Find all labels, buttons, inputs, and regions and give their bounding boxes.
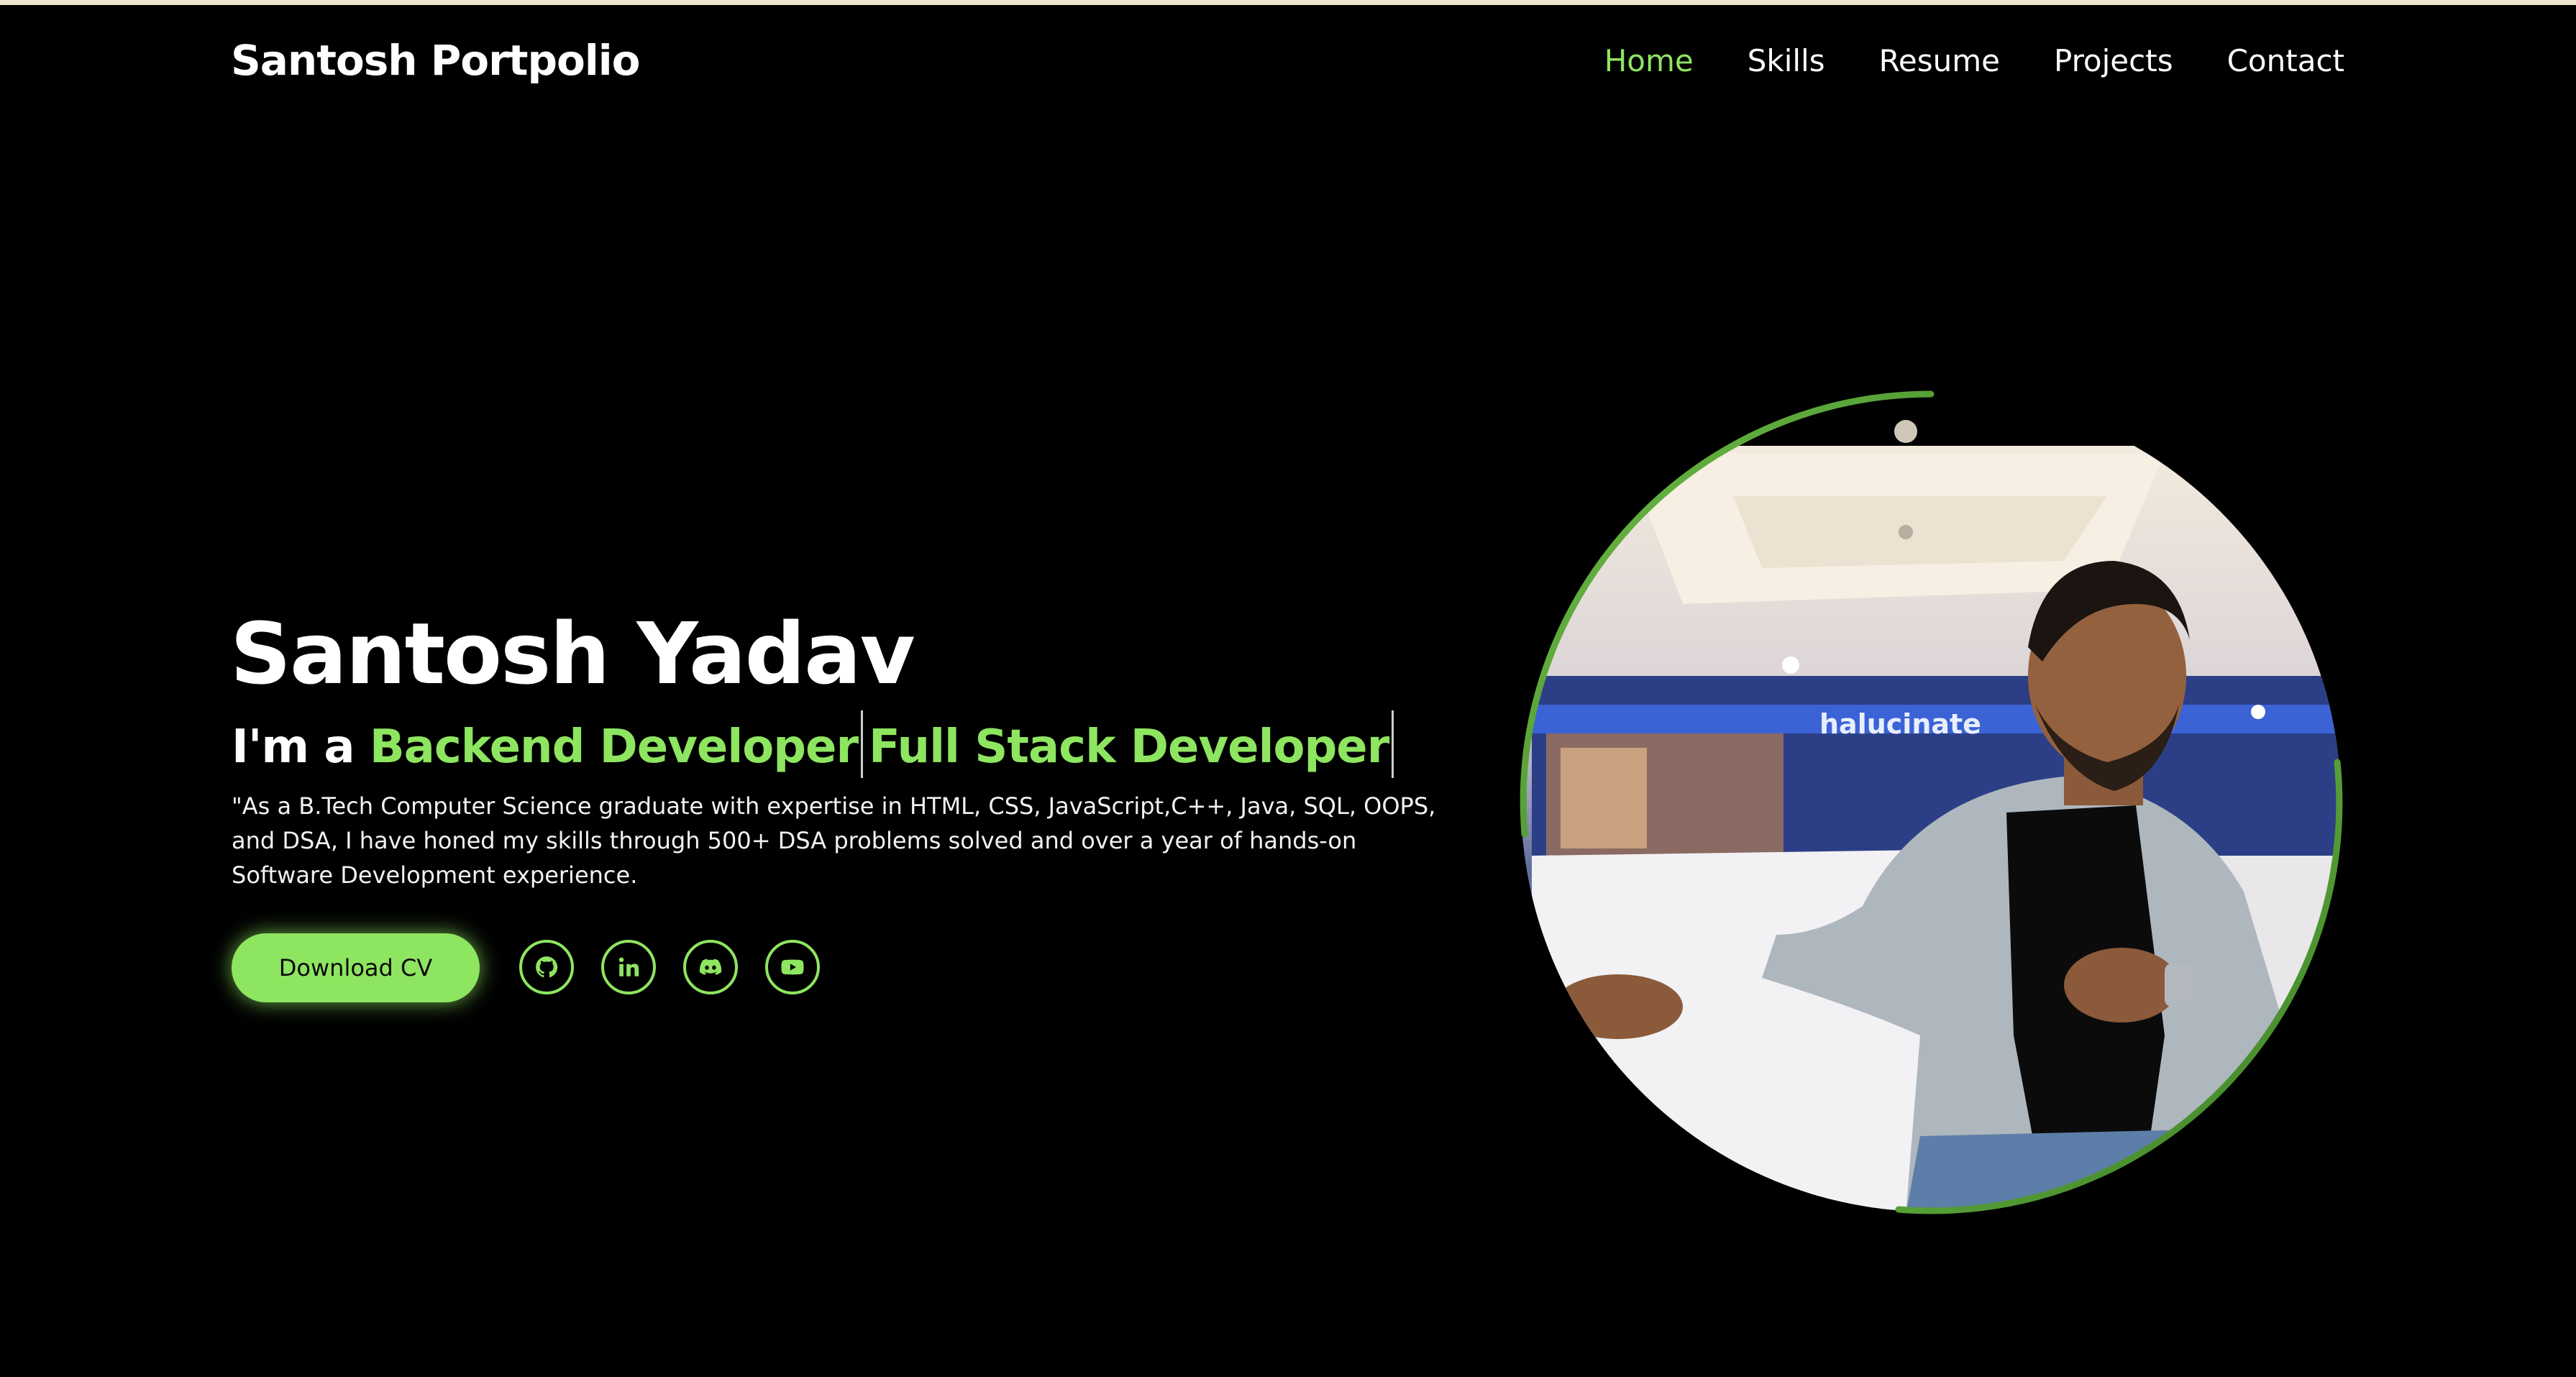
nav-resume[interactable]: Resume bbox=[1879, 43, 2000, 78]
profile-photo: halucinate bbox=[1520, 390, 2343, 1214]
linkedin-icon bbox=[618, 957, 639, 976]
youtube-icon bbox=[781, 959, 804, 975]
hero-role: I'm a Backend Developer Full Stack Develo… bbox=[232, 710, 1399, 778]
role-prefix: I'm a bbox=[232, 720, 370, 774]
nav-projects[interactable]: Projects bbox=[2054, 43, 2173, 78]
main-nav: Home Skills Resume Projects Contact bbox=[1604, 43, 2344, 78]
top-accent-strip bbox=[0, 0, 2576, 5]
typing-cursor bbox=[861, 710, 863, 778]
store-sign-text: halucinate bbox=[1819, 708, 1981, 740]
nav-skills[interactable]: Skills bbox=[1748, 43, 1825, 78]
github-link[interactable] bbox=[519, 940, 574, 994]
social-links bbox=[519, 940, 820, 994]
typing-cursor bbox=[1392, 710, 1394, 778]
role-full-stack-developer: Full Stack Developer bbox=[869, 720, 1389, 774]
nav-contact[interactable]: Contact bbox=[2227, 43, 2344, 78]
linkedin-link[interactable] bbox=[601, 940, 656, 994]
hero-name: Santosh Yadav bbox=[230, 604, 915, 703]
discord-link[interactable] bbox=[683, 940, 738, 994]
youtube-link[interactable] bbox=[765, 940, 820, 994]
github-icon bbox=[536, 956, 558, 978]
discord-icon bbox=[699, 959, 722, 975]
site-brand[interactable]: Santosh Portpolio bbox=[231, 36, 640, 85]
role-backend-developer: Backend Developer bbox=[369, 720, 859, 774]
nav-home[interactable]: Home bbox=[1604, 43, 1694, 78]
profile-photo-frame: halucinate bbox=[1517, 388, 2344, 1215]
download-cv-button[interactable]: Download CV bbox=[232, 933, 480, 1002]
hero-description: "As a B.Tech Computer Science graduate w… bbox=[232, 792, 1436, 889]
